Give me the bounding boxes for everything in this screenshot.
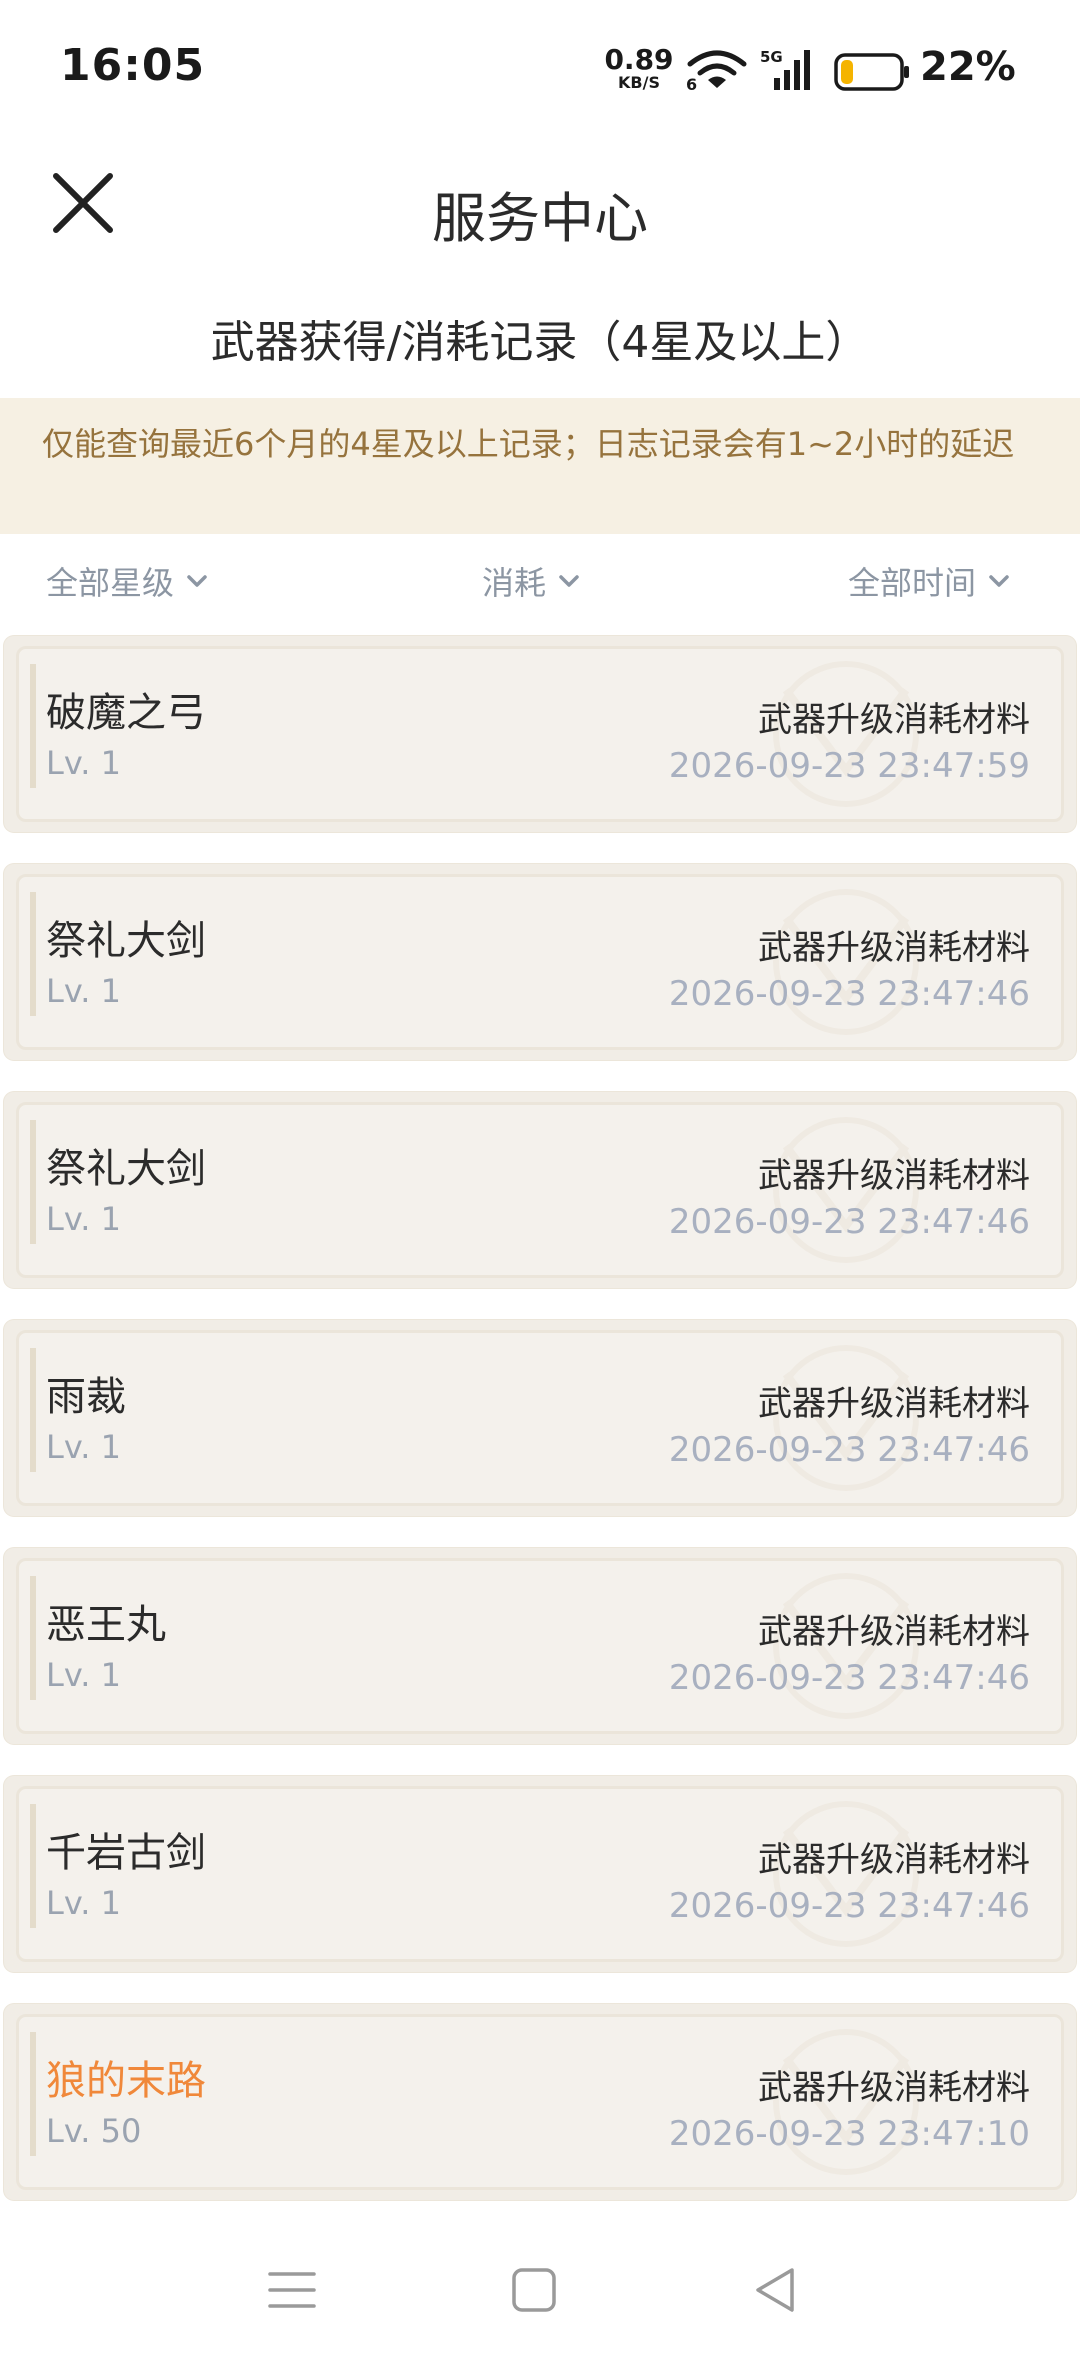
status-time: 16:05: [60, 40, 206, 91]
card-accent-bar: [30, 664, 36, 788]
chevron-down-icon: [187, 575, 207, 587]
record-card: 狼的末路 Lv. 50 武器升级消耗材料 2026-09-23 23:47:10: [4, 2004, 1076, 2200]
record-card: 恶王丸 Lv. 1 武器升级消耗材料 2026-09-23 23:47:46: [4, 1548, 1076, 1744]
section-title: 武器获得/消耗记录（4星及以上）: [210, 317, 870, 368]
record-time: 2026-09-23 23:47:46: [668, 1886, 1030, 1926]
record-type: 武器升级消耗材料: [758, 1612, 1030, 1652]
record-weapon-name: 雨裁: [46, 1374, 126, 1420]
wifi-badge: 6: [686, 75, 697, 92]
network-speed-unit: KB/S: [618, 73, 660, 92]
record-card: 祭礼大剑 Lv. 1 武器升级消耗材料 2026-09-23 23:47:46: [4, 864, 1076, 1060]
record-card: 祭礼大剑 Lv. 1 武器升级消耗材料 2026-09-23 23:47:46: [4, 1092, 1076, 1288]
record-time: 2026-09-23 23:47:46: [668, 1658, 1030, 1698]
wifi-icon: 6: [686, 50, 747, 92]
record-weapon-name: 千岩古剑: [46, 1830, 206, 1876]
record-type: 武器升级消耗材料: [758, 700, 1030, 740]
back-icon[interactable]: [746, 2260, 806, 2320]
record-weapon-level: Lv. 1: [46, 744, 121, 782]
menu-icon[interactable]: [262, 2260, 322, 2320]
record-type: 武器升级消耗材料: [758, 2068, 1030, 2108]
record-type: 武器升级消耗材料: [758, 1156, 1030, 1196]
record-card: 破魔之弓 Lv. 1 武器升级消耗材料 2026-09-23 23:47:59: [4, 636, 1076, 832]
card-accent-bar: [30, 892, 36, 1016]
record-time: 2026-09-23 23:47:46: [668, 1430, 1030, 1470]
network-speed: 0.89 KB/S: [604, 46, 674, 91]
record-card: 雨裁 Lv. 1 武器升级消耗材料 2026-09-23 23:47:46: [4, 1320, 1076, 1516]
card-accent-bar: [30, 1804, 36, 1928]
notice-text: 仅能查询最近6个月的4星及以上记录；日志记录会有1~2小时的延迟: [42, 425, 1015, 463]
battery-percent: 22%: [920, 44, 1016, 90]
record-time: 2026-09-23 23:47:10: [668, 2114, 1030, 2154]
filter-rarity-label: 全部星级: [46, 564, 175, 602]
record-card: 千岩古剑 Lv. 1 武器升级消耗材料 2026-09-23 23:47:46: [4, 1776, 1076, 1972]
chevron-down-icon: [989, 575, 1009, 587]
record-weapon-name: 狼的末路: [46, 2058, 206, 2104]
record-time: 2026-09-23 23:47:46: [668, 1202, 1030, 1242]
filter-bar: 全部星级 消耗 全部时间: [0, 546, 1080, 616]
record-weapon-level: Lv. 1: [46, 1884, 121, 1922]
chevron-down-icon: [559, 575, 579, 587]
record-time: 2026-09-23 23:47:59: [668, 746, 1030, 786]
filter-type[interactable]: 消耗: [482, 558, 580, 604]
page-title: 服务中心: [432, 187, 648, 250]
notice-box: 仅能查询最近6个月的4星及以上记录；日志记录会有1~2小时的延迟: [0, 398, 1080, 534]
record-weapon-name: 祭礼大剑: [46, 918, 206, 964]
record-weapon-name: 恶王丸: [46, 1602, 166, 1648]
network-speed-value: 0.89: [604, 43, 674, 76]
status-bar: 16:05 0.89 KB/S 6 5G 22%: [0, 0, 1080, 130]
system-nav-bar: [0, 2210, 1080, 2372]
record-weapon-name: 破魔之弓: [46, 690, 206, 736]
record-weapon-level: Lv. 1: [46, 1200, 121, 1238]
signal-icon: 5G: [760, 48, 810, 90]
record-time: 2026-09-23 23:47:46: [668, 974, 1030, 1014]
card-accent-bar: [30, 1576, 36, 1700]
card-accent-bar: [30, 1120, 36, 1244]
record-weapon-level: Lv. 50: [46, 2112, 142, 2150]
record-type: 武器升级消耗材料: [758, 1384, 1030, 1424]
record-type: 武器升级消耗材料: [758, 928, 1030, 968]
signal-badge: 5G: [760, 48, 783, 66]
record-type: 武器升级消耗材料: [758, 1840, 1030, 1880]
record-weapon-level: Lv. 1: [46, 1656, 121, 1694]
filter-type-label: 消耗: [482, 564, 547, 602]
filter-time[interactable]: 全部时间: [848, 558, 1010, 604]
battery-icon: [834, 53, 909, 91]
card-accent-bar: [30, 2032, 36, 2156]
home-icon[interactable]: [504, 2260, 564, 2320]
record-weapon-name: 祭礼大剑: [46, 1146, 206, 1192]
filter-rarity[interactable]: 全部星级: [46, 558, 208, 604]
card-accent-bar: [30, 1348, 36, 1472]
filter-time-label: 全部时间: [848, 564, 977, 602]
record-weapon-level: Lv. 1: [46, 1428, 121, 1466]
record-weapon-level: Lv. 1: [46, 972, 121, 1010]
